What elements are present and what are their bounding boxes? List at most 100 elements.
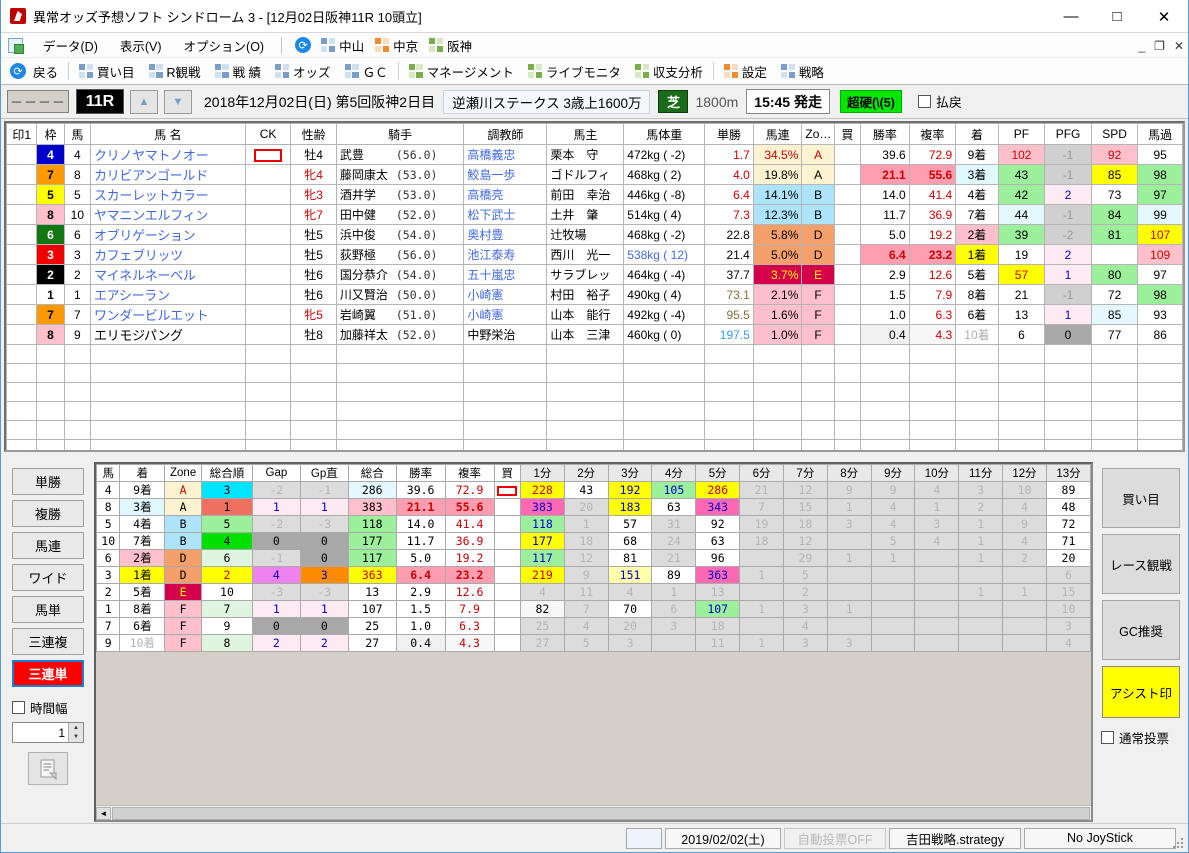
horse-col-header-10[interactable]: 単勝 [704, 123, 754, 145]
cell-buy[interactable] [493, 515, 521, 533]
cell-jockey[interactable]: 川又賢治 (50.0) [335, 284, 465, 305]
table-row[interactable]: 1 8着 F 7 1 1 107 1.5 7.9 82 7 70 6 107 1 3 1 10 [96, 600, 1091, 618]
table-row-empty[interactable] [6, 344, 1183, 364]
cell-horse-name[interactable]: カリビアンゴールド [89, 164, 246, 185]
cell-mark[interactable] [6, 264, 38, 285]
status-date[interactable]: 2019/02/02(土) [665, 827, 781, 849]
odds-col-header-11[interactable]: 2分 [563, 464, 609, 482]
race-down-button[interactable]: ▼ [164, 89, 192, 114]
cell-horse-name[interactable]: マイネルネーベル [89, 264, 246, 285]
odds-col-header-5[interactable]: Gp直 [299, 464, 349, 482]
table-row[interactable]: 10 7着 B 4 0 0 177 11.7 36.9 177 18 68 24 63 18 12 5 4 1 4 71 [96, 532, 1091, 550]
cell-ck[interactable] [244, 284, 292, 305]
stepper-buttons[interactable]: ▲ ▼ [68, 723, 83, 742]
cell-horse-name[interactable]: スカーレットカラー [89, 184, 246, 205]
cell-horse-name[interactable]: エリモジパング [89, 324, 246, 345]
odds-col-header-6[interactable]: 総合 [347, 464, 397, 482]
normal-vote-checkbox-row[interactable]: 通常投票 [1101, 728, 1181, 747]
assist-mark-button[interactable]: アシスト印 [1102, 666, 1180, 718]
odds-col-header-9[interactable]: 買 [493, 464, 521, 482]
table-row[interactable]: 7 8 カリビアンゴールド 牝4 藤岡康太 (53.0) 鮫島一歩 ゴドルフィ 468kg ( … [6, 164, 1183, 185]
close-button[interactable]: ✕ [1140, 0, 1188, 33]
odds-col-header-21[interactable]: 12分 [1002, 464, 1047, 482]
cell-horse-name[interactable]: ヤマニンエルフィン [89, 204, 246, 225]
table-row[interactable]: 4 4 クリノヤマトノオー 牡4 武豊 (56.0) 高橋義忠 栗本 守 472kg ( -2)… [6, 144, 1183, 165]
table-row[interactable]: 7 6着 F 9 0 0 25 1.0 6.3 25 4 20 3 18 4 3 [96, 617, 1091, 635]
odds-col-header-3[interactable]: 総合順 [200, 464, 253, 482]
toolbar-item-0[interactable]: 買い目 [72, 62, 142, 81]
resize-grip-icon[interactable] [1171, 836, 1185, 850]
cell-ck[interactable] [244, 244, 292, 265]
horse-col-header-2[interactable]: 馬 [63, 123, 91, 145]
cell-horse-name[interactable]: カフェブリッツ [89, 244, 246, 265]
cell-jockey[interactable]: 荻野極 (56.0) [335, 244, 465, 265]
stepper-up-button[interactable]: ▲ [69, 723, 83, 733]
cell-trainer[interactable]: 小崎憲 [463, 284, 548, 305]
odds-col-header-13[interactable]: 4分 [651, 464, 697, 482]
action-button-1[interactable]: レース観戦 [1102, 534, 1180, 594]
odds-col-header-1[interactable]: 着 [119, 464, 166, 482]
toolbar-item-8[interactable]: 設定 [717, 62, 774, 81]
bet-type-button-3[interactable]: ワイド [12, 564, 84, 591]
ck-selection-box[interactable] [254, 148, 283, 162]
cell-buy[interactable] [833, 224, 862, 245]
cell-trainer[interactable]: 松下武士 [463, 204, 548, 225]
table-row[interactable]: 9 10着 F 8 2 2 27 0.4 4.3 27 5 3 11 1 3 3 4 [96, 634, 1091, 652]
cell-horse-name[interactable]: エアシーラン [89, 284, 246, 305]
cell-buy[interactable] [493, 583, 521, 601]
bet-type-button-5[interactable]: 三連複 [12, 628, 84, 655]
odds-col-header-2[interactable]: Zone [164, 464, 202, 482]
cell-mark[interactable] [6, 304, 38, 325]
cell-buy[interactable] [833, 144, 862, 165]
cell-mark[interactable] [6, 244, 38, 265]
odds-col-header-20[interactable]: 11分 [958, 464, 1004, 482]
table-row[interactable]: 3 3 カフェブリッツ 牡5 荻野極 (56.0) 池江泰寿 西川 光一 538kg ( 12)… [6, 244, 1183, 265]
cell-mark[interactable] [6, 204, 38, 225]
horse-col-header-5[interactable]: 性齢 [290, 123, 337, 145]
odds-col-header-12[interactable]: 3分 [607, 464, 653, 482]
cell-buy[interactable] [493, 566, 521, 584]
venue-hanshin[interactable]: 阪神 [426, 36, 480, 55]
horse-col-header-4[interactable]: CK [244, 123, 292, 145]
scroll-thumb[interactable] [112, 806, 1090, 820]
memo-button[interactable] [28, 752, 68, 785]
horse-col-header-12[interactable]: Zo… [801, 123, 835, 145]
cell-horse-name[interactable]: クリノヤマトノオー [89, 144, 246, 165]
odds-col-header-17[interactable]: 8分 [826, 464, 872, 482]
cell-trainer[interactable]: 池江泰寿 [463, 244, 548, 265]
bet-type-button-4[interactable]: 馬単 [12, 596, 84, 623]
cell-buy[interactable] [493, 634, 521, 652]
cell-buy[interactable] [493, 498, 521, 516]
cell-ck[interactable] [244, 264, 292, 285]
odds-col-header-15[interactable]: 6分 [739, 464, 784, 482]
table-row[interactable]: 1 1 エアシーラン 牡6 川又賢治 (50.0) 小崎憲 村田 裕子 490kg ( 4) 73… [6, 284, 1183, 305]
menu-data[interactable]: データ(D) [32, 36, 109, 55]
cell-jockey[interactable]: 国分恭介 (54.0) [335, 264, 465, 285]
cell-trainer[interactable]: 小崎憲 [463, 304, 548, 325]
toolbar-back[interactable]: ⟳ 戻る [1, 62, 65, 81]
bet-type-button-1[interactable]: 複勝 [12, 500, 84, 527]
cell-trainer[interactable]: 奥村豊 [463, 224, 548, 245]
status-strategy[interactable]: 吉田戦略.strategy [889, 827, 1021, 849]
horse-col-header-11[interactable]: 馬連 [752, 123, 803, 145]
horse-col-header-13[interactable]: 買 [833, 123, 862, 145]
time-range-checkbox-row[interactable]: 時間幅 [12, 698, 84, 717]
cell-trainer[interactable]: 高橋亮 [463, 184, 548, 205]
cell-buy[interactable] [493, 549, 521, 567]
table-row[interactable]: 7 7 ワンダービルエット 牝5 岩崎翼 (51.0) 小崎憲 山本 能行 492kg ( -4… [6, 304, 1183, 325]
cell-mark[interactable] [6, 224, 38, 245]
bet-type-button-6[interactable]: 三連単 [12, 660, 84, 687]
race-placeholder-box[interactable]: －－－－ [7, 90, 69, 113]
venue-chukyo[interactable]: 中京 [372, 36, 426, 55]
cell-buy[interactable] [833, 164, 862, 185]
mdi-minimize-button[interactable]: _ [1138, 39, 1145, 53]
table-row[interactable]: 4 9着 A 3 -2 -1 286 39.6 72.9 228 43 192 105 286 21 12 9 9… [96, 481, 1091, 499]
toolbar-item-9[interactable]: 戦略 [774, 62, 831, 81]
table-row[interactable]: 6 2着 D 6 -1 0 117 5.0 19.2 117 12 81 21 96 29 1 1 1 2 20 [96, 549, 1091, 567]
table-row-empty[interactable] [6, 420, 1183, 440]
toolbar-item-6[interactable]: ライブモニタ [521, 62, 628, 81]
cell-buy[interactable] [833, 204, 862, 225]
time-range-input[interactable] [13, 723, 68, 742]
cell-buy[interactable] [833, 324, 862, 345]
odds-col-header-19[interactable]: 10分 [914, 464, 960, 482]
